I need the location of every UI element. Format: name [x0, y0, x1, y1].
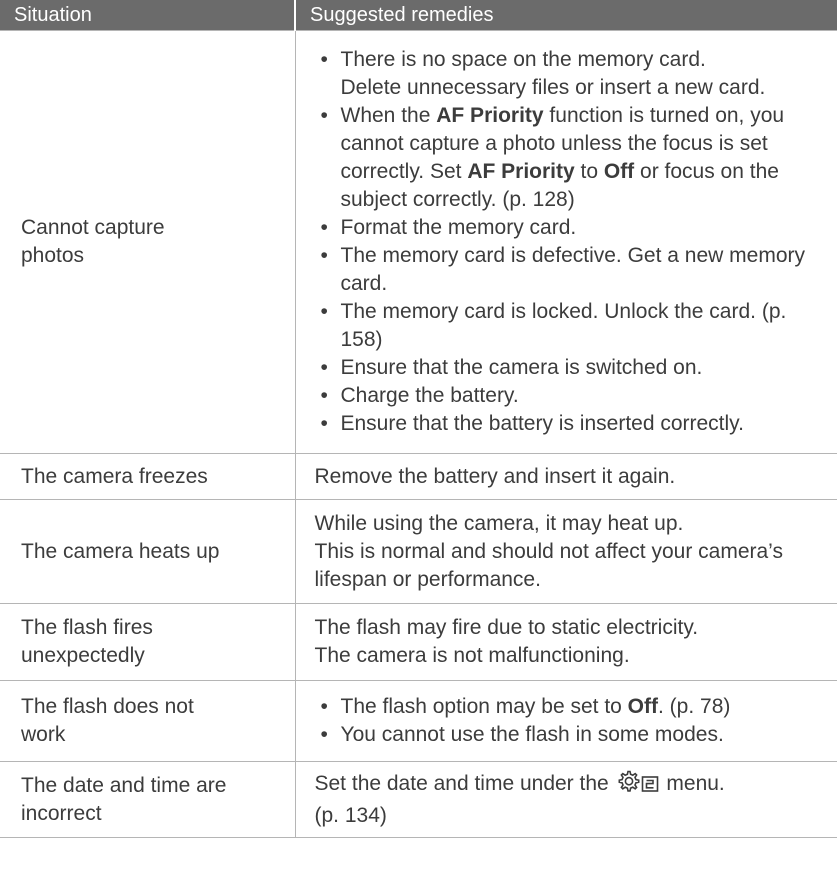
af-priority-label: AF Priority — [436, 104, 544, 127]
bullet: • — [320, 356, 328, 379]
remedy-text: Ensure that the battery is inserted corr… — [340, 412, 744, 435]
remedy-text: When the — [340, 104, 437, 127]
remedy-text: Delete unnecessary files or insert a new… — [340, 76, 766, 99]
header-suggested-remedies: Suggested remedies — [295, 0, 837, 31]
remedy-cell: • There is no space on the memory card. … — [294, 30, 837, 454]
remedy-text: While using the camera, it may heat up. — [314, 511, 684, 535]
off-label: Off — [627, 695, 658, 718]
remedy-text: The flash may fire due to static electri… — [314, 616, 699, 639]
list-item: • The memory card is defective. Get a ne… — [315, 242, 832, 298]
list-item: • Ensure that the battery is inserted co… — [315, 410, 832, 438]
bullet: • — [320, 300, 328, 323]
table-header-row: Situation Suggested remedies — [0, 0, 837, 31]
situation-line: Cannot capture — [21, 216, 165, 239]
list-item: • You cannot use the flash in some modes… — [315, 721, 832, 749]
remedy-text: Charge the battery. — [340, 384, 519, 407]
situation-line: The date and time are — [21, 773, 227, 797]
remedy-text: menu. — [666, 771, 725, 795]
situation-cell: The date and time are incorrect — [0, 761, 296, 838]
list-item: • Charge the battery. — [315, 382, 832, 410]
remedy-text: The flash option may be set to — [340, 695, 628, 718]
remedy-list: • The flash option may be set to Off. (p… — [315, 693, 832, 749]
remedy-text: to — [574, 160, 604, 183]
table-row: Cannot capture photos • There is no spac… — [0, 30, 837, 454]
bullet: • — [320, 412, 328, 435]
situation-cell: Cannot capture photos — [0, 30, 296, 454]
table-row: The flash does not work • The flash opti… — [0, 680, 837, 762]
situation-cell: The camera freezes — [0, 453, 296, 500]
remedy-cell: Remove the battery and insert it again. — [294, 453, 837, 500]
remedy-text: There is no space on the memory card. — [340, 48, 706, 71]
bullet: • — [320, 723, 328, 746]
situation-line: incorrect — [21, 801, 102, 825]
remedy-text: The memory card is locked. Unlock the ca… — [340, 300, 787, 351]
table-row: The camera heats up While using the came… — [0, 499, 837, 604]
off-label: Off — [603, 160, 635, 183]
troubleshooting-table: Situation Suggested remedies Cannot capt… — [0, 0, 837, 838]
settings-gear-icon — [617, 770, 661, 802]
list-item: • Format the memory card. — [315, 214, 832, 242]
bullet: • — [320, 104, 328, 127]
remedy-text: The memory card is defective. Get a new … — [340, 244, 806, 295]
remedy-text: You cannot use the flash in some modes. — [340, 723, 724, 746]
af-priority-label: AF Priority — [467, 160, 575, 183]
bullet: • — [320, 48, 328, 71]
situation-line: The flash does not — [21, 695, 194, 718]
situation-line: unexpectedly — [21, 644, 145, 667]
situation-cell: The flash does not work — [0, 680, 296, 762]
list-item: • When the AF Priority function is turne… — [315, 102, 832, 214]
list-item: • The memory card is locked. Unlock the … — [315, 298, 832, 354]
remedy-text: The camera is not malfunctioning. — [314, 644, 630, 667]
header-situation: Situation — [0, 0, 296, 31]
remedy-text: This is normal and should not affect you… — [314, 539, 783, 591]
situation-line: The flash fires — [21, 616, 153, 639]
situation-line: work — [21, 723, 66, 746]
remedy-text: . (p. 78) — [658, 695, 731, 718]
remedy-text: Set the date and time under the — [314, 771, 615, 795]
list-item: • There is no space on the memory card. … — [315, 46, 832, 102]
bullet: • — [320, 244, 328, 267]
bullet: • — [320, 384, 328, 407]
situation-cell: The flash fires unexpectedly — [0, 603, 296, 681]
remedy-cell: While using the camera, it may heat up. … — [294, 499, 837, 604]
situation-cell: The camera heats up — [0, 499, 296, 604]
remedy-text: Ensure that the camera is switched on. — [340, 356, 703, 379]
remedy-cell: The flash may fire due to static electri… — [294, 603, 837, 681]
remedy-cell: • The flash option may be set to Off. (p… — [294, 680, 837, 762]
remedy-text: Format the memory card. — [340, 216, 577, 239]
list-item: • The flash option may be set to Off. (p… — [315, 693, 832, 721]
list-item: • Ensure that the camera is switched on. — [315, 354, 832, 382]
table-row: The flash fires unexpectedly The flash m… — [0, 603, 837, 681]
table-row: The date and time are incorrect Set the … — [0, 761, 837, 838]
remedy-text: (p. 134) — [314, 803, 387, 827]
situation-line: photos — [21, 244, 85, 267]
table-row: The camera freezes Remove the battery an… — [0, 453, 837, 500]
remedy-cell: Set the date and time under the menu. (p… — [294, 761, 837, 838]
remedy-list: • There is no space on the memory card. … — [315, 46, 832, 438]
bullet: • — [320, 695, 328, 718]
bullet: • — [320, 216, 328, 239]
